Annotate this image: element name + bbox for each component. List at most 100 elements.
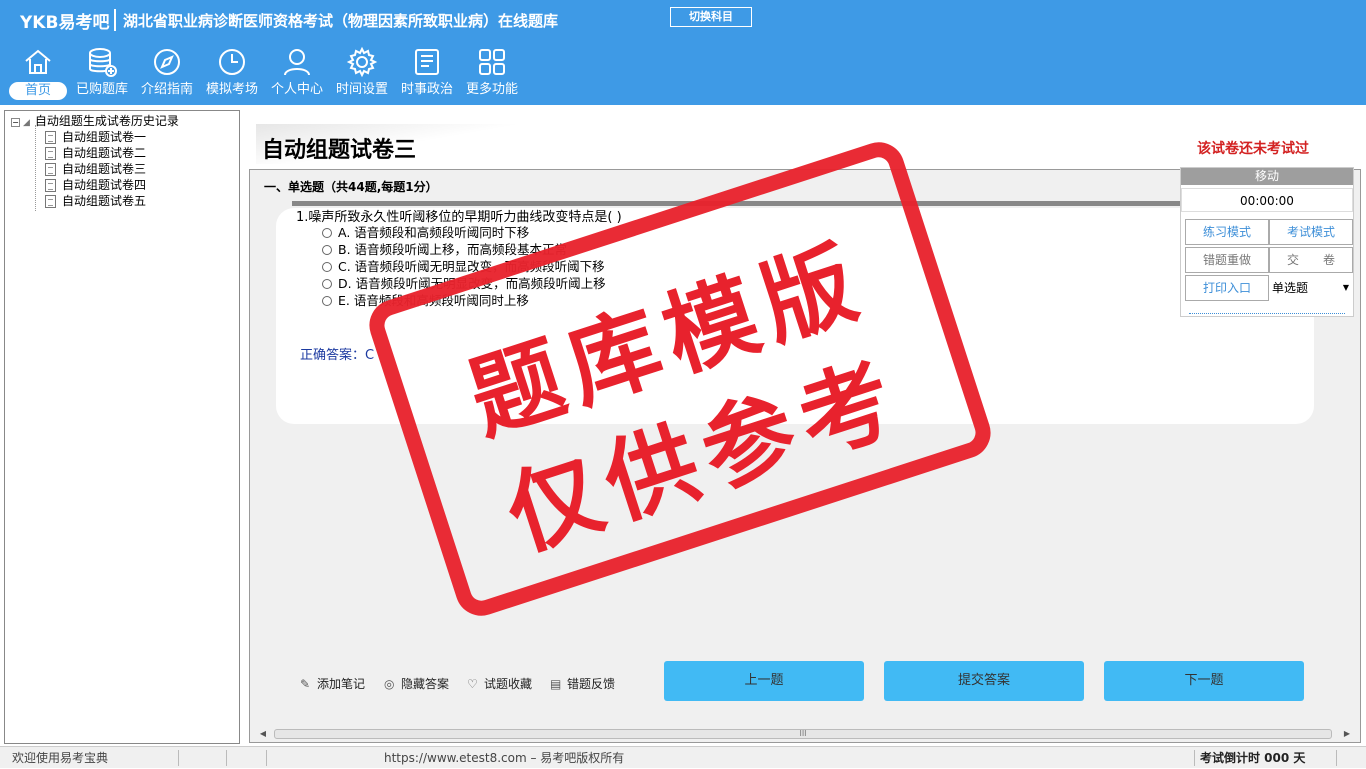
scroll-right-icon[interactable]: ▶ [1340, 727, 1354, 741]
status-separator [266, 750, 267, 766]
news-icon [415, 49, 439, 75]
feedback-icon: ▤ [550, 677, 562, 691]
exam-status: 该试卷还未考试过 [1197, 141, 1309, 157]
radio-icon[interactable] [322, 296, 332, 306]
hide-answer-link[interactable]: ◎ 隐藏答案 [384, 675, 449, 692]
correct-answer: 正确答案：C [300, 348, 375, 363]
welcome-text: 欢迎使用易考宝典 [12, 751, 109, 765]
tree-item-label: 自动组题试卷三 [62, 162, 147, 176]
tree-root-label: 自动组题生成试卷历史记录 [34, 114, 179, 128]
radio-icon[interactable] [322, 245, 332, 255]
option-label: A. 语音频段和高频段听阈同时下移 [338, 225, 530, 240]
app-title: 湖北省职业病诊断医师资格考试（物理因素所致职业病）在线题库 [123, 12, 559, 30]
question-type-value: 单选题 [1272, 281, 1309, 295]
tree-item[interactable]: 自动组题试卷一 [45, 129, 146, 145]
nav-home-label: 首页 [9, 82, 67, 100]
nav-time-settings[interactable]: 时间设置 [330, 46, 394, 104]
tree-item-label: 自动组题试卷一 [62, 130, 147, 144]
status-separator [1194, 750, 1195, 766]
tree-connector [35, 125, 36, 211]
redo-wrong-button[interactable]: 错题重做 [1185, 247, 1269, 273]
hide-answer-label: 隐藏答案 [401, 677, 450, 691]
practice-mode-button[interactable]: 练习模式 [1185, 219, 1269, 245]
tree-root[interactable]: − ◢ 自动组题生成试卷历史记录 [11, 113, 179, 129]
clock-icon [219, 49, 245, 75]
nav-purchased-label: 已购题库 [75, 82, 128, 97]
user-icon [284, 49, 310, 76]
pencil-icon: ✎ [300, 677, 311, 691]
document-icon [45, 147, 56, 160]
heart-icon: ♡ [467, 677, 478, 691]
tree-item[interactable]: 自动组题试卷五 [45, 193, 146, 209]
nav-guide[interactable]: 介绍指南 [135, 46, 199, 104]
copyright-text: https://www.etest8.com – 易考吧版权所有 [384, 751, 625, 765]
prev-question-button[interactable]: 上一题 [664, 661, 864, 701]
nav-time-settings-label: 时间设置 [335, 82, 388, 97]
exam-control-panel: 移动 00:00:00 练习模式 考试模式 错题重做 交 卷 打印入口 单选题 ▼ [1180, 167, 1354, 317]
side-divider [1189, 313, 1345, 314]
eye-icon: ◎ [384, 677, 395, 691]
nav-more-label: 更多功能 [465, 82, 518, 97]
tree-item[interactable]: 自动组题试卷二 [45, 145, 146, 161]
gear-icon [346, 46, 378, 78]
section-title: 一、单选题（共44题,每题1分） [264, 180, 438, 194]
hand-in-button[interactable]: 交 卷 [1269, 247, 1353, 273]
favorite-link[interactable]: ♡ 试题收藏 [467, 675, 532, 692]
status-bar: 欢迎使用易考宝典 https://www.etest8.com – 易考吧版权所… [0, 746, 1366, 768]
chevron-down-icon: ▼ [1342, 283, 1349, 292]
scroll-left-icon[interactable]: ◀ [256, 727, 270, 741]
exam-mode-button[interactable]: 考试模式 [1269, 219, 1353, 245]
document-icon [45, 195, 56, 208]
next-question-button[interactable]: 下一题 [1104, 661, 1304, 701]
timer-display: 00:00:00 [1181, 188, 1353, 212]
nav-home[interactable]: 首页 [6, 46, 70, 104]
grid-icon [479, 49, 505, 75]
nav-more[interactable]: 更多功能 [460, 46, 524, 104]
radio-icon[interactable] [322, 228, 332, 238]
status-separator [178, 750, 179, 766]
radio-icon[interactable] [322, 262, 332, 272]
app-header: YKB易考吧 湖北省职业病诊断医师资格考试（物理因素所致职业病）在线题库 切换科… [0, 0, 1366, 105]
add-note-link[interactable]: ✎ 添加笔记 [300, 675, 365, 692]
database-icon [89, 48, 117, 77]
logo-separator [114, 9, 116, 31]
nav-profile[interactable]: 个人中心 [265, 46, 329, 104]
nav-profile-label: 个人中心 [270, 82, 323, 97]
radio-icon[interactable] [322, 279, 332, 289]
home-icon [25, 49, 51, 74]
collapse-icon[interactable]: − [11, 118, 20, 127]
scroll-thumb[interactable]: III [274, 729, 1332, 739]
tree-item[interactable]: 自动组题试卷三 [45, 161, 146, 177]
status-separator [226, 750, 227, 766]
error-feedback-link[interactable]: ▤ 错题反馈 [550, 675, 615, 692]
countdown-text: 考试倒计时 000 天 [1200, 751, 1306, 765]
tree-item-label: 自动组题试卷二 [62, 146, 147, 160]
nav-purchased[interactable]: 已购题库 [70, 46, 134, 104]
document-icon [45, 179, 56, 192]
tree-item[interactable]: 自动组题试卷四 [45, 177, 146, 193]
app-logo: YKB易考吧 [20, 13, 110, 33]
paper-title: 自动组题试卷三 [262, 138, 417, 163]
tree-item-label: 自动组题试卷五 [62, 194, 147, 208]
error-feedback-label: 错题反馈 [567, 677, 616, 691]
status-separator [1336, 750, 1337, 766]
question-type-select[interactable]: 单选题 ▼ [1269, 275, 1353, 301]
nav-guide-label: 介绍指南 [140, 82, 193, 97]
submit-answer-button[interactable]: 提交答案 [884, 661, 1084, 701]
document-edit-icon [45, 163, 56, 176]
document-icon [45, 131, 56, 144]
favorite-label: 试题收藏 [484, 677, 533, 691]
history-tree-panel: − ◢ 自动组题生成试卷历史记录 自动组题试卷一 自动组题试卷二 自动组题试卷三 自… [4, 110, 240, 744]
nav-current-affairs[interactable]: 时事政治 [395, 46, 459, 104]
triangle-icon: ◢ [23, 118, 30, 128]
nav-mock-exam[interactable]: 模拟考场 [200, 46, 264, 104]
horizontal-scrollbar[interactable]: ◀ III ▶ [256, 727, 1354, 741]
move-handle[interactable]: 移动 [1181, 168, 1353, 185]
nav-mock-exam-label: 模拟考场 [205, 82, 258, 97]
print-button[interactable]: 打印入口 [1185, 275, 1269, 301]
add-note-label: 添加笔记 [317, 677, 366, 691]
compass-icon [154, 49, 180, 75]
switch-subject-button[interactable]: 切换科目 [670, 7, 752, 27]
tree-item-label: 自动组题试卷四 [62, 178, 147, 192]
nav-current-affairs-label: 时事政治 [400, 82, 453, 97]
